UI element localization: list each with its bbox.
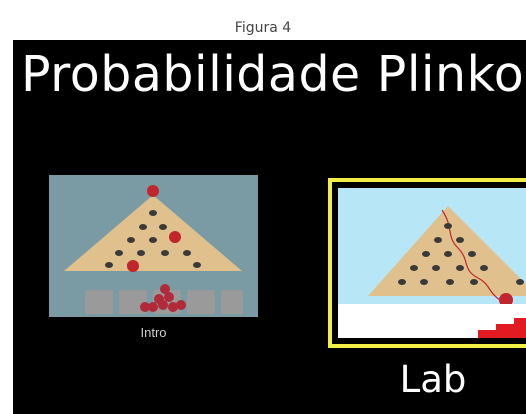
lab-plinko-illustration bbox=[338, 206, 526, 338]
intro-label: Intro bbox=[140, 325, 167, 340]
app-screen: Probabilidade Plinko Intro Lab bbox=[13, 40, 526, 414]
intro-plinko-illustration bbox=[64, 185, 243, 314]
lab-screen-button[interactable] bbox=[328, 178, 526, 348]
app-title: Probabilidade Plinko bbox=[21, 46, 525, 103]
lab-preview bbox=[338, 188, 526, 338]
figure-caption: Figura 4 bbox=[234, 20, 292, 36]
lab-label: Lab bbox=[399, 358, 467, 401]
intro-screen-button[interactable] bbox=[49, 175, 258, 317]
intro-board bbox=[64, 195, 242, 271]
